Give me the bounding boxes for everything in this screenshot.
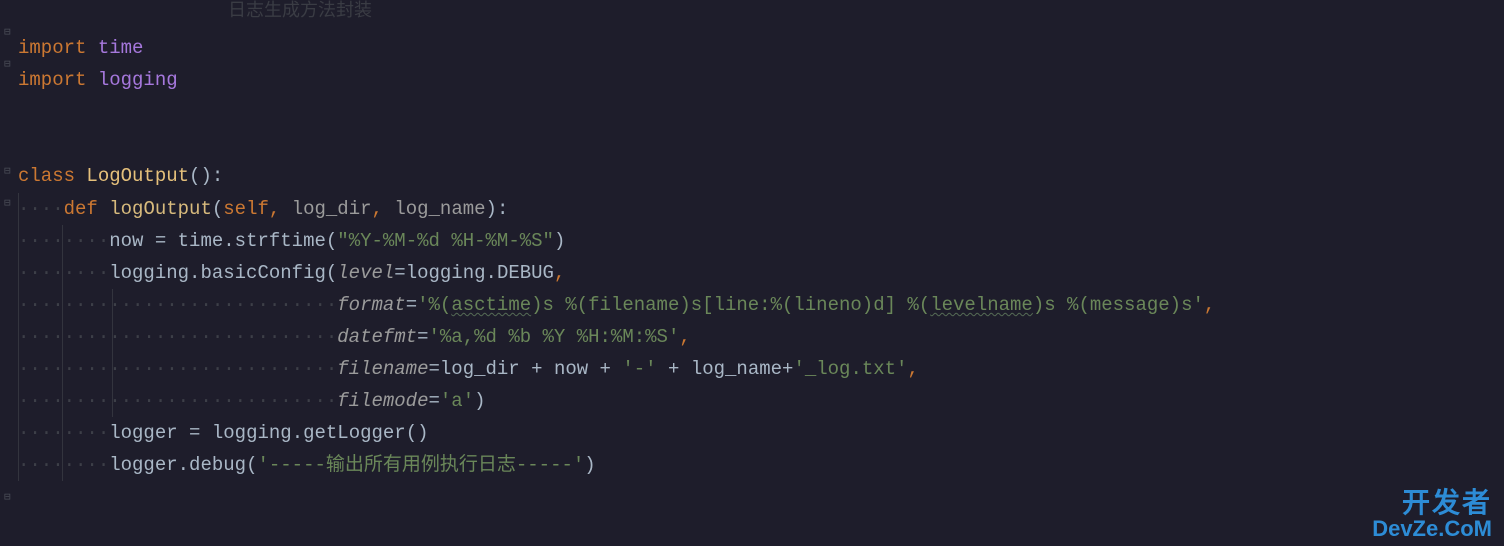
module: time xyxy=(98,37,144,59)
keyword: import xyxy=(18,69,86,91)
module: logging xyxy=(98,69,178,91)
module-ref: logging xyxy=(109,262,189,284)
gutter: ⊟ ⊟ ⊟ ⊟ ⊟ xyxy=(0,0,18,546)
string: '-' xyxy=(622,358,656,380)
keyword: class xyxy=(18,165,75,187)
code-editor[interactable]: ⊟ ⊟ ⊟ ⊟ ⊟ 日志生成方法封装 import time import lo… xyxy=(0,0,1504,546)
code-line: import time xyxy=(18,32,1504,64)
keyword: def xyxy=(64,198,98,220)
module-ref: logging xyxy=(406,262,486,284)
function-call: debug xyxy=(189,454,246,476)
string: '_log.txt' xyxy=(793,358,907,380)
variable: logger xyxy=(109,454,177,476)
code-area[interactable]: 日志生成方法封装 import time import logging clas… xyxy=(18,0,1504,546)
indent-dots: ········ xyxy=(18,422,109,444)
string: "%Y-%M-%d %H-%M-%S" xyxy=(337,230,554,252)
keyword: import xyxy=(18,37,86,59)
code-line xyxy=(18,96,1504,128)
param: log_name xyxy=(394,198,485,220)
code-line: ····························filemode='a'… xyxy=(18,385,1504,417)
code-line xyxy=(18,481,1504,513)
fold-icon[interactable]: ⊟ xyxy=(4,60,14,70)
kwarg: format xyxy=(337,294,405,316)
fold-icon[interactable]: ⊟ xyxy=(4,167,14,177)
class-name: LogOutput xyxy=(86,165,189,187)
indent-dots: ········ xyxy=(18,230,109,252)
indent-dots: ···· xyxy=(18,198,64,220)
string: 'a' xyxy=(440,390,474,412)
variable: now xyxy=(109,230,143,252)
code-line: ········logger.debug('-----输出所有用例执行日志---… xyxy=(18,449,1504,481)
function-call: strftime xyxy=(235,230,326,252)
module-ref: time xyxy=(178,230,224,252)
code-line: import logging xyxy=(18,64,1504,96)
string: '%a,%d %b %Y %H:%M:%S' xyxy=(429,326,680,348)
code-line xyxy=(18,0,1504,32)
module-ref: logging xyxy=(212,422,292,444)
function-call: basicConfig xyxy=(200,262,325,284)
indent-dots: ···························· xyxy=(18,326,337,348)
code-line: ········logger = logging.getLogger() xyxy=(18,417,1504,449)
indent-dots: ···························· xyxy=(18,390,337,412)
string: '%(asctime)s %(filename)s[line:%(lineno)… xyxy=(417,294,1204,316)
function-call: getLogger xyxy=(303,422,406,444)
param: log_dir xyxy=(292,198,372,220)
code-line: ········now = time.strftime("%Y-%M-%d %H… xyxy=(18,225,1504,257)
variable: log_name xyxy=(691,358,782,380)
self-param: self xyxy=(223,198,269,220)
code-line: ····························filename=log… xyxy=(18,353,1504,385)
kwarg: filemode xyxy=(337,390,428,412)
kwarg: datefmt xyxy=(337,326,417,348)
attr: DEBUG xyxy=(497,262,554,284)
code-line: ····························format='%(as… xyxy=(18,289,1504,321)
string: '-----输出所有用例执行日志-----' xyxy=(257,454,584,476)
indent-dots: ········ xyxy=(18,262,109,284)
indent-dots: ········ xyxy=(18,454,109,476)
fold-icon[interactable]: ⊟ xyxy=(4,493,14,503)
kwarg: level xyxy=(337,262,394,284)
code-line: class LogOutput(): xyxy=(18,160,1504,192)
variable: now xyxy=(554,358,588,380)
variable: logger xyxy=(109,422,177,444)
operator: + xyxy=(520,358,554,380)
operator: + xyxy=(588,358,622,380)
operator: + xyxy=(657,358,691,380)
fold-icon[interactable]: ⊟ xyxy=(4,199,14,209)
variable: log_dir xyxy=(440,358,520,380)
code-line: ········logging.basicConfig(level=loggin… xyxy=(18,257,1504,289)
kwarg: filename xyxy=(337,358,428,380)
code-line xyxy=(18,128,1504,160)
indent-dots: ···························· xyxy=(18,358,337,380)
fold-icon[interactable]: ⊟ xyxy=(4,28,14,38)
code-line: ····························datefmt='%a,… xyxy=(18,321,1504,353)
code-line: ····def logOutput(self, log_dir, log_nam… xyxy=(18,193,1504,225)
indent-dots: ···························· xyxy=(18,294,337,316)
function-name: logOutput xyxy=(109,198,212,220)
